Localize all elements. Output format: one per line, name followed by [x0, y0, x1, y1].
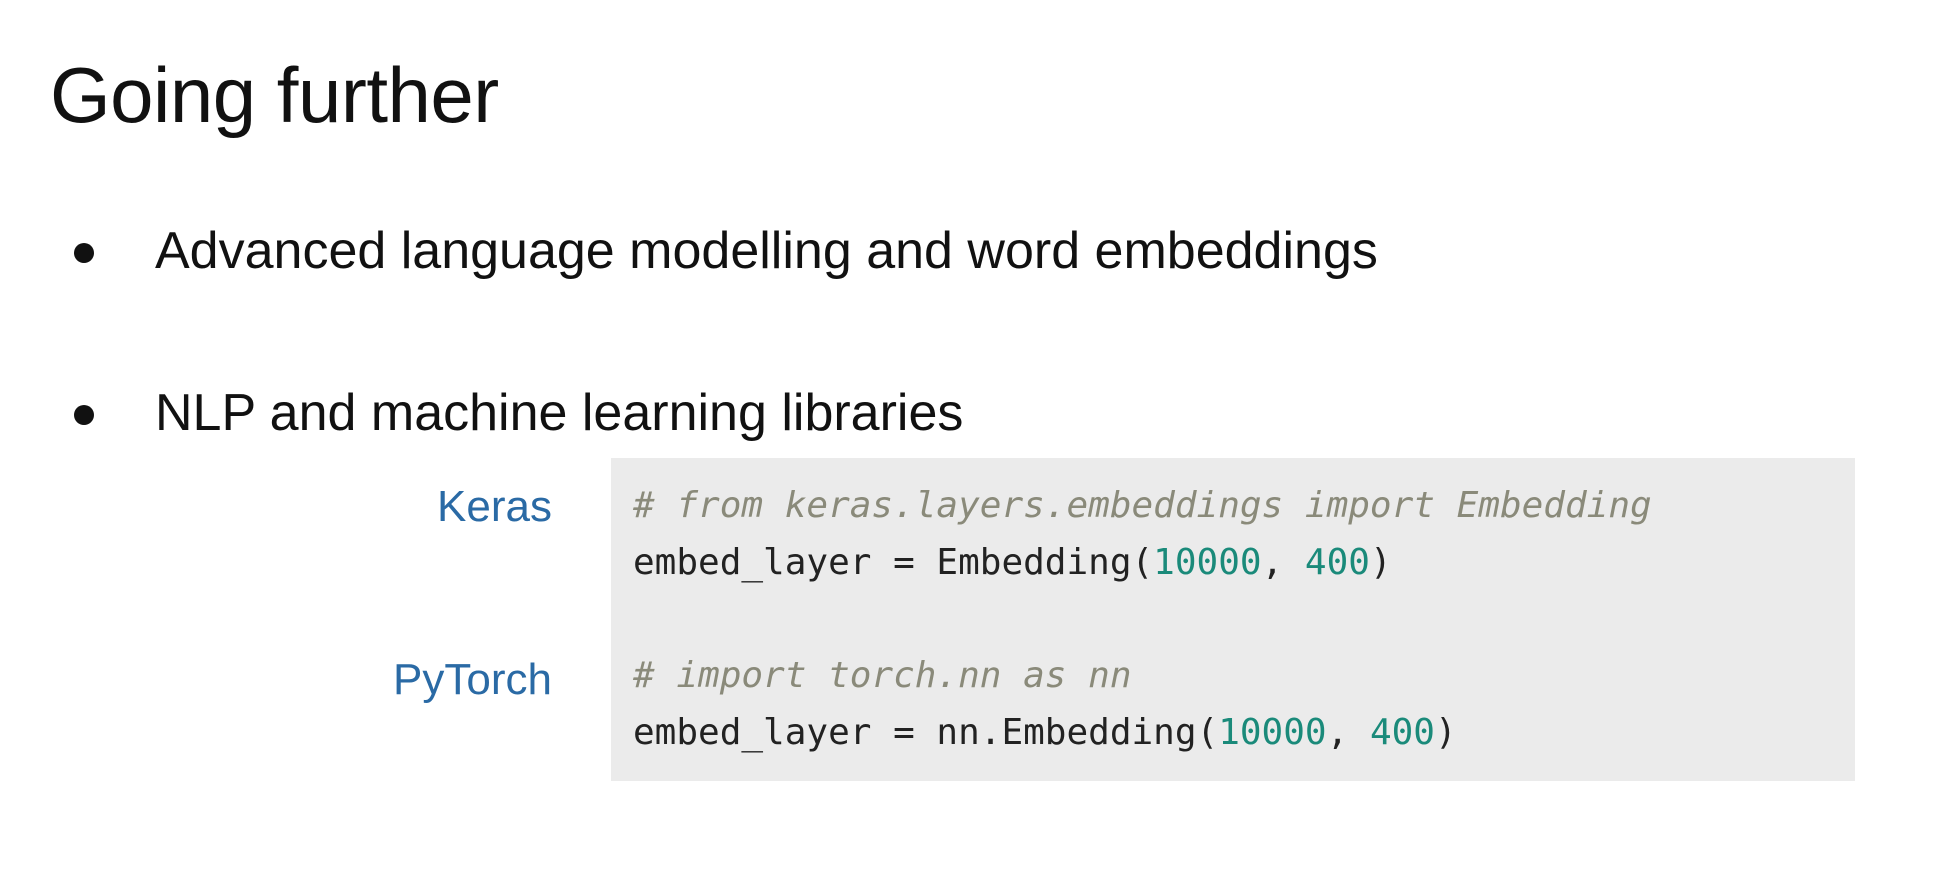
bullet-text-nlp-libraries: NLP and machine learning libraries: [155, 384, 964, 442]
slide-title: Going further: [50, 51, 499, 139]
code-text: embed_layer = nn.Embedding(: [633, 712, 1219, 753]
code-number: 400: [1304, 542, 1370, 583]
code-text: ): [1434, 712, 1457, 753]
code-text: ,: [1261, 542, 1305, 583]
code-comment-pytorch: # import torch.nn as nn: [633, 655, 1132, 696]
bullet-dot: [74, 405, 94, 425]
code-line-keras: embed_layer = Embedding(10000, 400): [633, 545, 1392, 581]
code-text: embed_layer = Embedding(: [633, 542, 1154, 583]
code-line-pytorch: embed_layer = nn.Embedding(10000, 400): [633, 715, 1457, 751]
code-text: ,: [1326, 712, 1370, 753]
code-text: ): [1369, 542, 1392, 583]
code-number: 10000: [1153, 542, 1262, 583]
code-block: # from keras.layers.embeddings import Em…: [611, 458, 1855, 781]
code-number: 400: [1369, 712, 1435, 753]
code-number: 10000: [1218, 712, 1327, 753]
library-label-keras: Keras: [437, 482, 552, 531]
bullet-text-language-modelling: Advanced language modelling and word emb…: [155, 222, 1378, 280]
library-label-pytorch: PyTorch: [393, 655, 552, 704]
code-comment-keras: # from keras.layers.embeddings import Em…: [633, 485, 1652, 526]
bullet-dot: [74, 243, 94, 263]
